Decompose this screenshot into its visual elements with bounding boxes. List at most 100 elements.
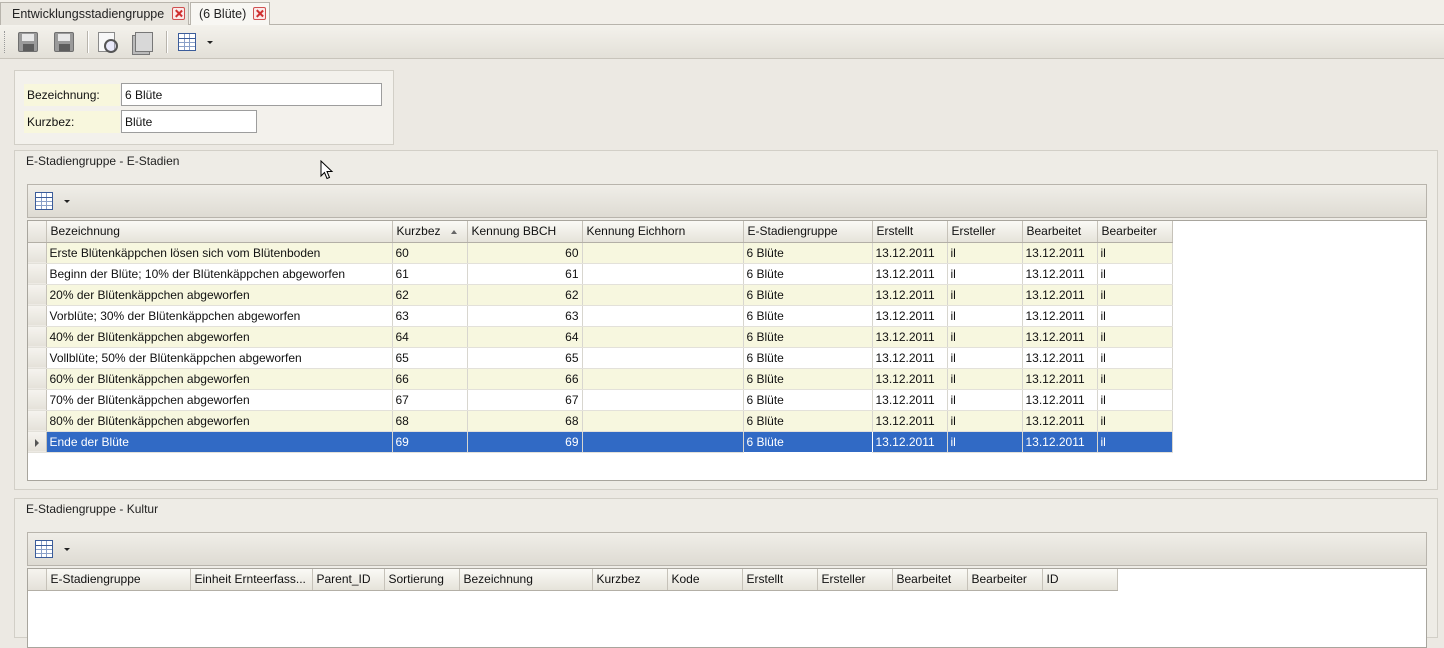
- table-cell[interactable]: 65: [392, 347, 468, 369]
- table-cell[interactable]: 65: [467, 347, 583, 369]
- table-cell[interactable]: Vollblüte; 50% der Blütenkäppchen abgewo…: [46, 347, 393, 369]
- table-cell[interactable]: 13.12.2011: [1022, 431, 1098, 453]
- table-cell[interactable]: 6 Blüte: [743, 368, 873, 390]
- table-cell[interactable]: 61: [467, 263, 583, 285]
- table-cell[interactable]: 13.12.2011: [872, 305, 948, 327]
- row-indicator[interactable]: [28, 305, 47, 327]
- table-row[interactable]: 80% der Blütenkäppchen abgeworfen 68 68 6 B…: [28, 410, 1173, 432]
- table-row[interactable]: Vorblüte; 30% der Blütenkäppchen abgewor…: [28, 305, 1173, 327]
- table-cell[interactable]: 60: [467, 242, 583, 264]
- table-cell[interactable]: 64: [467, 326, 583, 348]
- col-header-bezeichnung[interactable]: Bezeichnung: [459, 569, 593, 591]
- table-cell[interactable]: [582, 410, 744, 432]
- toolbar-grip[interactable]: [4, 31, 7, 53]
- table-cell[interactable]: il: [947, 263, 1023, 285]
- row-indicator[interactable]: [28, 389, 47, 411]
- row-indicator[interactable]: [28, 431, 47, 453]
- table-cell[interactable]: 6 Blüte: [743, 347, 873, 369]
- table-cell[interactable]: il: [947, 242, 1023, 264]
- table-cell[interactable]: 13.12.2011: [872, 326, 948, 348]
- table-row[interactable]: Vollblüte; 50% der Blütenkäppchen abgewo…: [28, 347, 1173, 369]
- table-cell[interactable]: Vorblüte; 30% der Blütenkäppchen abgewor…: [46, 305, 393, 327]
- table-cell[interactable]: 6 Blüte: [743, 305, 873, 327]
- table-cell[interactable]: 13.12.2011: [872, 263, 948, 285]
- layout-button[interactable]: [174, 29, 214, 55]
- tab-6-bluete[interactable]: (6 Blüte): [190, 2, 270, 26]
- table-cell[interactable]: il: [947, 347, 1023, 369]
- table-row[interactable]: 40% der Blütenkäppchen abgeworfen 64 64 6 B…: [28, 326, 1173, 348]
- table-cell[interactable]: 6 Blüte: [742, 430, 873, 453]
- col-header-erstellt[interactable]: Erstellt: [872, 221, 948, 243]
- table-cell[interactable]: [582, 431, 744, 453]
- table-cell[interactable]: [582, 242, 744, 264]
- table-cell[interactable]: [582, 326, 744, 348]
- table-cell[interactable]: 69: [392, 431, 468, 453]
- table-cell[interactable]: il: [947, 431, 1023, 453]
- table-cell[interactable]: Erste Blütenkäppchen lösen sich vom Blüt…: [46, 242, 393, 264]
- table-cell[interactable]: 13.12.2011: [1022, 389, 1098, 411]
- table-cell[interactable]: 6 Blüte: [743, 263, 873, 285]
- table-cell[interactable]: [582, 368, 744, 390]
- table-cell[interactable]: il: [947, 368, 1023, 390]
- col-header-kennung-eichhorn[interactable]: Kennung Eichhorn: [582, 221, 744, 243]
- table-cell[interactable]: 13.12.2011: [1022, 368, 1098, 390]
- close-icon[interactable]: [172, 7, 185, 20]
- table-cell[interactable]: Ende der Blüte: [46, 431, 393, 453]
- row-indicator[interactable]: [28, 368, 47, 390]
- table-cell[interactable]: [582, 347, 744, 369]
- table-cell[interactable]: 68: [392, 410, 468, 432]
- chevron-down-icon[interactable]: [64, 548, 70, 551]
- table-cell[interactable]: il: [947, 284, 1023, 306]
- chevron-down-icon[interactable]: [64, 200, 70, 203]
- row-indicator[interactable]: [28, 263, 47, 285]
- col-header-parent-id[interactable]: Parent_ID: [312, 569, 385, 591]
- grid-layout-icon[interactable]: [35, 540, 53, 558]
- table-cell[interactable]: 69: [467, 431, 583, 453]
- col-header-kurzbez[interactable]: Kurzbez: [392, 221, 468, 243]
- col-header-einheit-ernteerfassung[interactable]: Einheit Ernteerfass...: [190, 569, 313, 591]
- table-cell[interactable]: [582, 263, 744, 285]
- table-cell[interactable]: 13.12.2011: [1022, 284, 1098, 306]
- table-cell[interactable]: 6 Blüte: [743, 284, 873, 306]
- table-cell[interactable]: il: [1097, 347, 1173, 369]
- col-header-kennung-bbch[interactable]: Kennung BBCH: [467, 221, 583, 243]
- col-header-e-stadiengruppe[interactable]: E-Stadiengruppe: [46, 569, 191, 591]
- bezeichnung-input[interactable]: 6 Blüte: [121, 83, 382, 106]
- table-row[interactable]: 20% der Blütenkäppchen abgeworfen 62 62 6 B…: [28, 284, 1173, 306]
- table-cell[interactable]: 13.12.2011: [872, 410, 948, 432]
- row-indicator[interactable]: [28, 347, 47, 369]
- table-cell[interactable]: 13.12.2011: [872, 431, 948, 453]
- table-cell[interactable]: 6 Blüte: [743, 242, 873, 264]
- table-cell[interactable]: 13.12.2011: [872, 368, 948, 390]
- table-cell[interactable]: 13.12.2011: [872, 389, 948, 411]
- table-cell[interactable]: 40% der Blütenkäppchen abgeworfen: [46, 326, 393, 348]
- col-header-e-stadiengruppe[interactable]: E-Stadiengruppe: [743, 221, 873, 243]
- table-cell[interactable]: il: [1097, 431, 1173, 453]
- table-cell[interactable]: 67: [467, 389, 583, 411]
- table-cell[interactable]: 62: [392, 284, 468, 306]
- grid-layout-icon[interactable]: [35, 192, 53, 210]
- tab-entwicklungsstadiengruppe[interactable]: Entwicklungsstadiengruppe: [0, 2, 189, 25]
- row-indicator[interactable]: [28, 284, 47, 306]
- table-cell[interactable]: il: [1097, 368, 1173, 390]
- row-indicator[interactable]: [28, 410, 47, 432]
- table-cell[interactable]: 63: [392, 305, 468, 327]
- table-cell[interactable]: il: [947, 410, 1023, 432]
- table-cell[interactable]: il: [1097, 410, 1173, 432]
- col-header-bezeichnung[interactable]: Bezeichnung: [46, 221, 393, 243]
- col-header-id[interactable]: ID: [1042, 569, 1118, 591]
- table-cell[interactable]: 13.12.2011: [1022, 305, 1098, 327]
- table-cell[interactable]: il: [1097, 326, 1173, 348]
- table-cell[interactable]: 13.12.2011: [1022, 326, 1098, 348]
- table-cell[interactable]: 68: [467, 410, 583, 432]
- table-cell[interactable]: Beginn der Blüte; 10% der Blütenkäppchen…: [46, 263, 393, 285]
- table-row[interactable]: Erste Blütenkäppchen lösen sich vom Blüt…: [28, 242, 1173, 264]
- table-cell[interactable]: 63: [467, 305, 583, 327]
- table-cell[interactable]: 6 Blüte: [743, 389, 873, 411]
- col-header-bearbeitet[interactable]: Bearbeitet: [1022, 221, 1098, 243]
- table-cell[interactable]: il: [1097, 242, 1173, 264]
- table-cell[interactable]: il: [947, 326, 1023, 348]
- close-icon[interactable]: [253, 7, 266, 20]
- table-cell[interactable]: 6 Blüte: [743, 410, 873, 432]
- col-header-ersteller[interactable]: Ersteller: [817, 569, 893, 591]
